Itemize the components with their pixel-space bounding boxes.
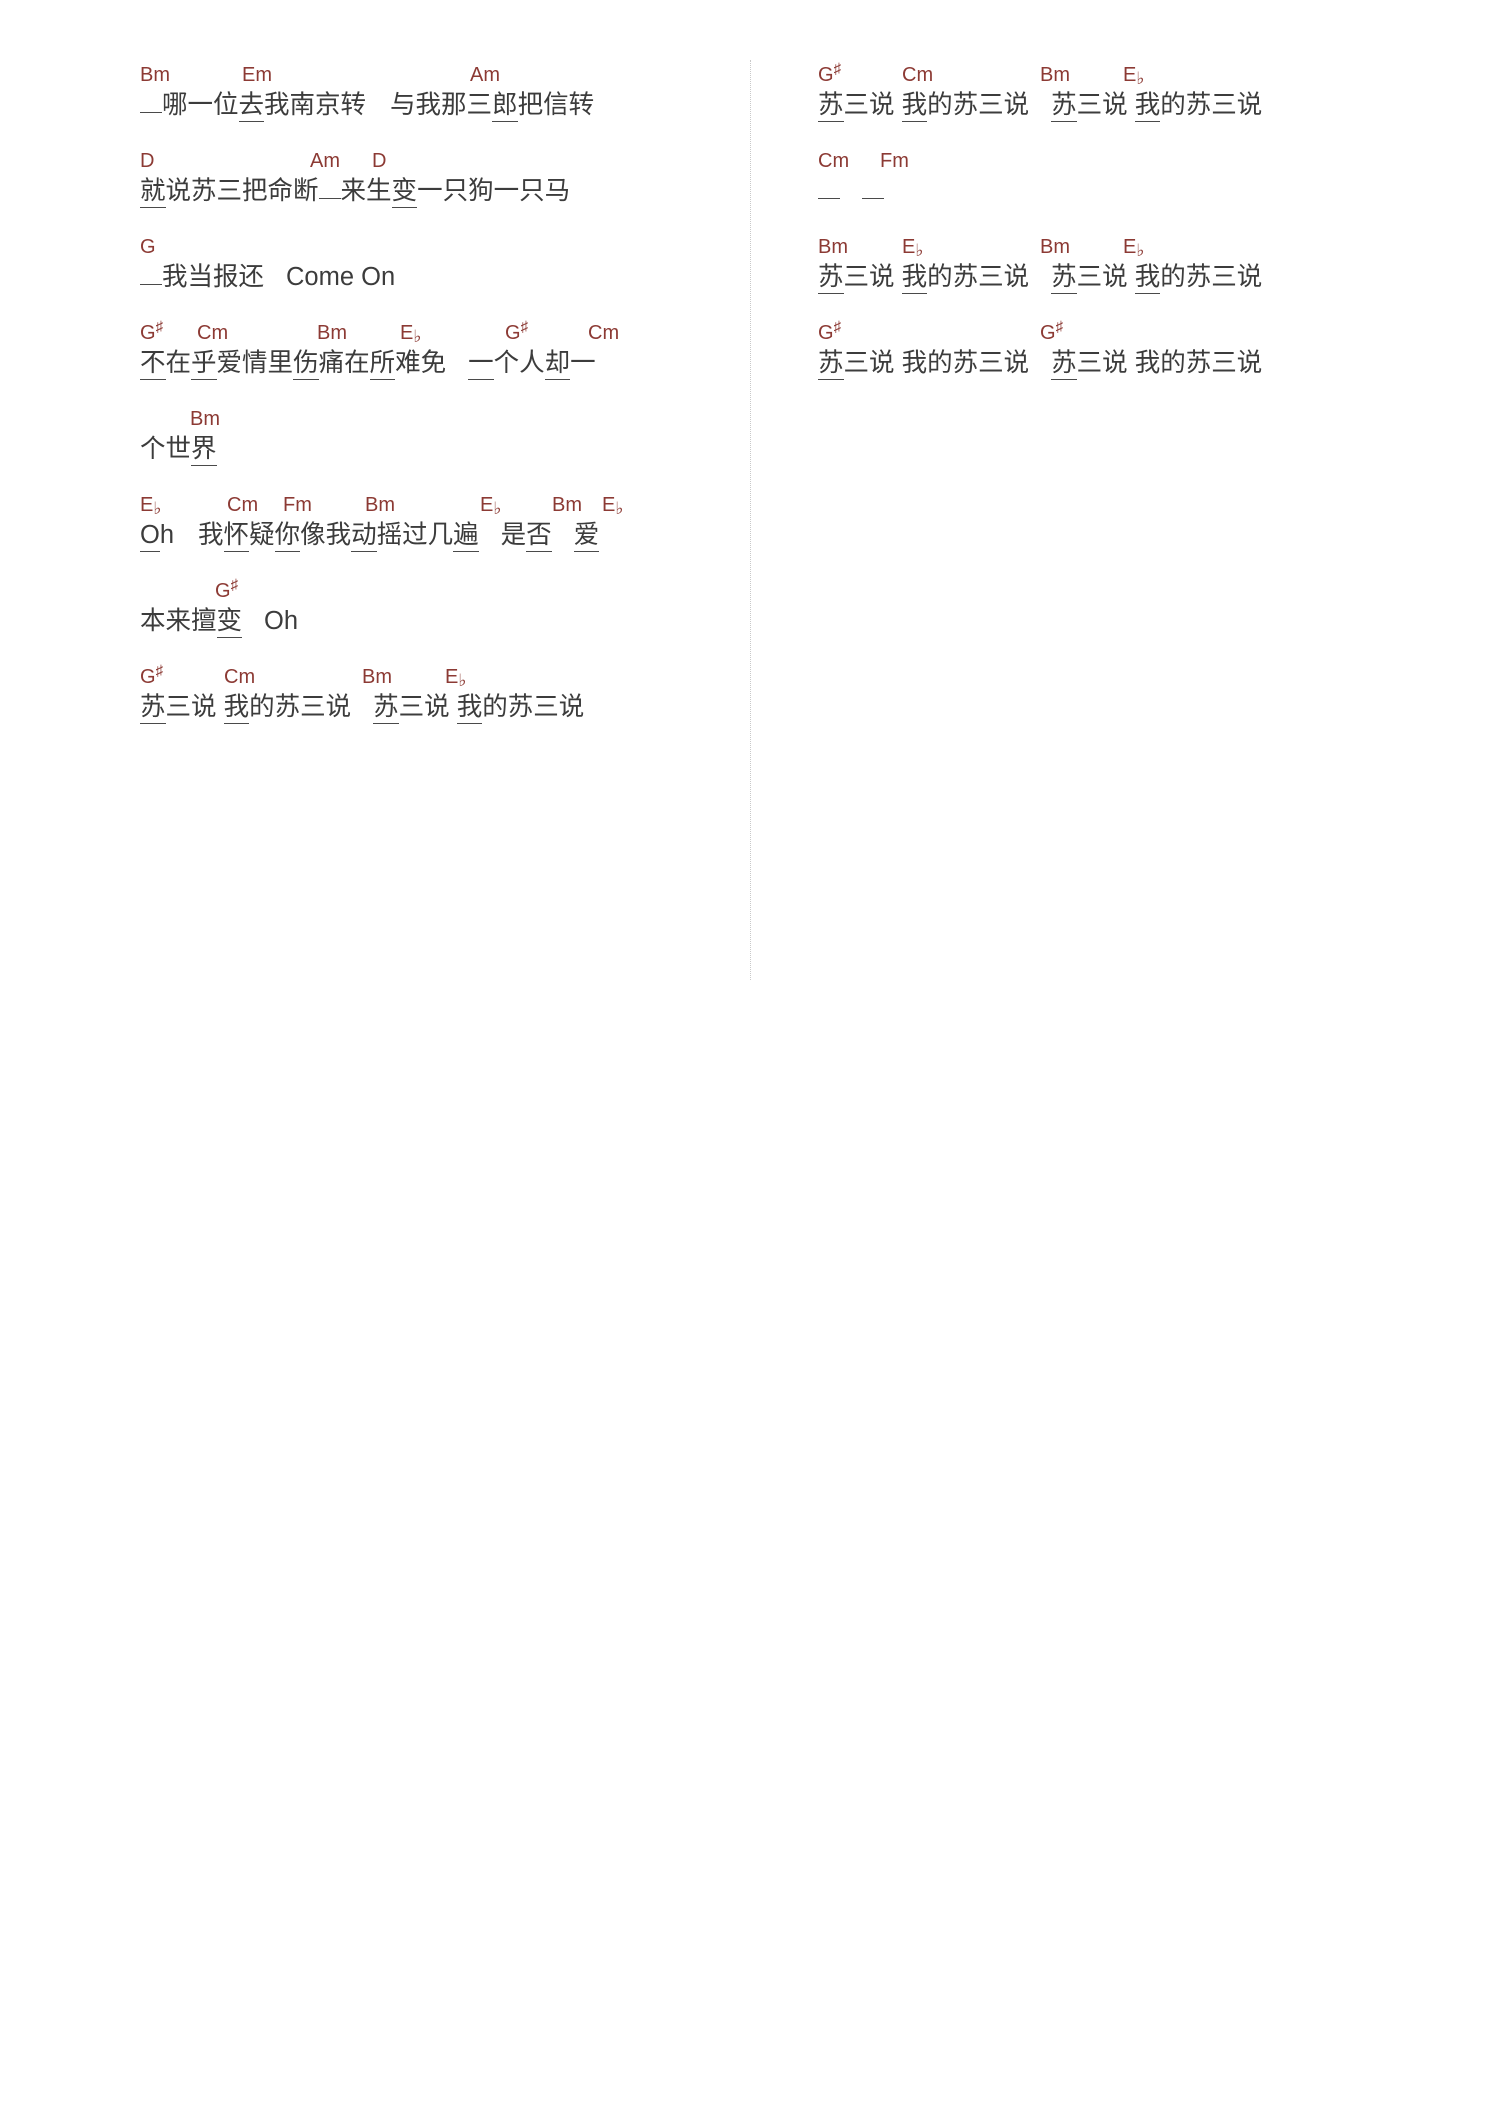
lyric-row — [818, 174, 1470, 208]
chord-fm: Fm — [880, 150, 909, 172]
lyric-row: 苏三说 我的苏三说 苏三说 我的苏三说 — [818, 260, 1470, 294]
lyric-row: Oh 我怀疑你像我动摇过几遍 是否爱 — [140, 518, 720, 552]
stave-l3: G 我当报还 Come On — [140, 234, 720, 294]
chord-g-sharp: G♯ — [140, 318, 164, 344]
stave-l1: Bm Em Am 哪一位去我南京转 与我那三郎把信转 — [140, 62, 720, 122]
lyric-row: 就说苏三把命断 来生变一只狗一只马 — [140, 174, 720, 208]
chord-g-sharp: G♯ — [505, 318, 529, 344]
chord-e-flat: E♭ — [480, 494, 502, 518]
chord-bm: Bm — [317, 322, 347, 344]
chord-row: Bm Em Am — [140, 62, 720, 88]
chord-bm: Bm — [1040, 236, 1070, 258]
chord-row: G♯ — [140, 576, 720, 604]
chord-bm: Bm — [818, 236, 848, 258]
chord-e-flat: E♭ — [1123, 236, 1145, 260]
stave-r4: G♯ G♯ 苏三说 我的苏三说 苏三说 我的苏三说 — [818, 318, 1470, 380]
chord-row: G♯ Cm Bm E♭ G♯ Cm — [140, 318, 720, 346]
stave-l7: G♯ 本来擅变 Oh — [140, 576, 720, 638]
chord-cm: Cm — [197, 322, 229, 344]
chord-cm: Cm — [588, 322, 620, 344]
chord-em: Em — [242, 64, 272, 86]
stave-l2: D Am D 就说苏三把命断 来生变一只狗一只马 — [140, 148, 720, 208]
chord-row: G — [140, 234, 720, 260]
chord-bm: Bm — [365, 494, 395, 516]
chord-cm: Cm — [818, 150, 850, 172]
chord-cm: Cm — [227, 494, 259, 516]
chord-row: E♭ Cm Fm Bm E♭ Bm E♭ — [140, 492, 720, 518]
chord-row: Cm Fm — [818, 148, 1470, 174]
lyric-row: 苏三说 我的苏三说 苏三说 我的苏三说 — [818, 346, 1470, 380]
chord-row: G♯ Cm Bm E♭ — [818, 60, 1470, 88]
chord-e-flat: E♭ — [445, 666, 467, 690]
lyric-row: 我当报还 Come On — [140, 260, 720, 294]
chord-row: D Am D — [140, 148, 720, 174]
chord-g-sharp: G♯ — [140, 662, 164, 688]
chord-bm: Bm — [1040, 64, 1070, 86]
chord-d: D — [140, 150, 155, 172]
lyric-row: 苏三说 我的苏三说 苏三说 我的苏三说 — [818, 88, 1470, 122]
chord-cm: Cm — [224, 666, 256, 688]
chord-cm: Cm — [902, 64, 934, 86]
lyric-row: 个世界 — [140, 432, 720, 466]
chord-bm: Bm — [190, 408, 220, 430]
chord-am: Am — [470, 64, 500, 86]
chord-bm: Bm — [140, 64, 170, 86]
chord-g-sharp: G♯ — [818, 60, 842, 86]
chord-am: Am — [310, 150, 340, 172]
stave-r3: Bm E♭ Bm E♭ 苏三说 我的苏三说 苏三说 我的苏三说 — [818, 234, 1470, 294]
chord-e-flat: E♭ — [1123, 64, 1145, 88]
stave-l5: Bm 个世界 — [140, 406, 720, 466]
chord-row: G♯ G♯ — [818, 318, 1470, 346]
stave-r2: Cm Fm — [818, 148, 1470, 208]
chord-fm: Fm — [283, 494, 312, 516]
left-column: Bm Em Am 哪一位去我南京转 与我那三郎把信转 D Am D 就说苏三把命断… — [0, 0, 750, 750]
chord-g: G — [140, 236, 156, 258]
lyric-row: 不在乎爱情里伤痛在所难免 一个人却一 — [140, 346, 720, 380]
chord-row: Bm — [140, 406, 720, 432]
lyric-row: 本来擅变 Oh — [140, 604, 720, 638]
stave-r1: G♯ Cm Bm E♭ 苏三说 我的苏三说 苏三说 我的苏三说 — [818, 60, 1470, 122]
chord-g-sharp: G♯ — [1040, 318, 1064, 344]
lyric-row: 苏三说 我的苏三说 苏三说 我的苏三说 — [140, 690, 720, 724]
chord-chart-page: Bm Em Am 哪一位去我南京转 与我那三郎把信转 D Am D 就说苏三把命断… — [0, 0, 1500, 2123]
lyric-row: 哪一位去我南京转 与我那三郎把信转 — [140, 88, 720, 122]
chord-d: D — [372, 150, 387, 172]
chord-e-flat: E♭ — [602, 494, 624, 518]
chord-bm: Bm — [362, 666, 392, 688]
chord-e-flat: E♭ — [902, 236, 924, 260]
stave-l6: E♭ Cm Fm Bm E♭ Bm E♭ Oh 我怀疑你像我动摇过几遍 是否爱 — [140, 492, 720, 552]
chord-row: G♯ Cm Bm E♭ — [140, 662, 720, 690]
chord-row: Bm E♭ Bm E♭ — [818, 234, 1470, 260]
stave-l4: G♯ Cm Bm E♭ G♯ Cm 不在乎爱情里伤痛在所难免 一个人却一 — [140, 318, 720, 380]
stave-l8: G♯ Cm Bm E♭ 苏三说 我的苏三说 苏三说 我的苏三说 — [140, 662, 720, 724]
right-column: G♯ Cm Bm E♭ 苏三说 我的苏三说苏三说 我的苏三说 Cm Fm Bm — [750, 0, 1500, 406]
chart-columns: Bm Em Am 哪一位去我南京转 与我那三郎把信转 D Am D 就说苏三把命断… — [0, 0, 1500, 750]
chord-bm: Bm — [552, 494, 582, 516]
chord-e-flat: E♭ — [140, 494, 162, 518]
chord-g-sharp: G♯ — [215, 576, 239, 602]
chord-g-sharp: G♯ — [818, 318, 842, 344]
chord-e-flat: E♭ — [400, 322, 422, 346]
